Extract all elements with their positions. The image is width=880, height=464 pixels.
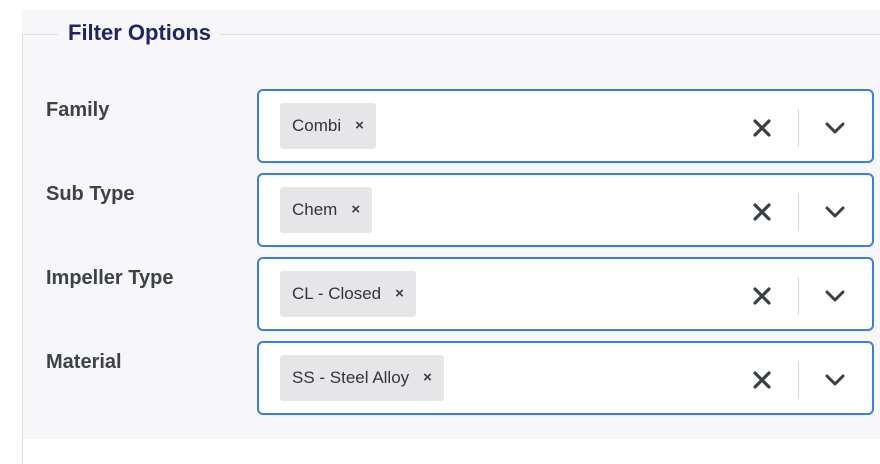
sub-type-multiselect[interactable]: Chem ×: [257, 173, 874, 247]
impeller-type-multiselect[interactable]: CL - Closed ×: [257, 257, 874, 331]
sub-type-label: Sub Type: [46, 183, 135, 205]
material-label: Material: [46, 351, 122, 373]
chevron-down-icon[interactable]: [822, 368, 848, 392]
chip-label: Chem: [292, 200, 338, 219]
clear-selection-icon[interactable]: [749, 115, 775, 141]
chevron-down-icon[interactable]: [822, 116, 848, 140]
filter-options-legend: Filter Options: [58, 18, 221, 48]
chip-remove-icon[interactable]: ×: [423, 368, 432, 388]
chevron-down-icon[interactable]: [822, 200, 848, 224]
selected-chip: Chem ×: [280, 187, 373, 233]
indicator-separator: [798, 361, 799, 399]
family-label: Family: [46, 99, 110, 121]
top-strip: [0, 0, 880, 10]
chip-label: Combi: [292, 116, 342, 135]
chip-label: SS - Steel Alloy: [292, 368, 410, 387]
chevron-down-icon[interactable]: [822, 284, 848, 308]
chip-remove-icon[interactable]: ×: [355, 116, 364, 136]
material-multiselect[interactable]: SS - Steel Alloy ×: [257, 341, 874, 415]
chip-remove-icon[interactable]: ×: [351, 200, 360, 220]
clear-selection-icon[interactable]: [749, 283, 775, 309]
selected-chip: Combi ×: [280, 103, 376, 149]
indicator-separator: [798, 193, 799, 231]
chip-remove-icon[interactable]: ×: [395, 284, 404, 304]
chip-label: CL - Closed: [292, 284, 382, 303]
left-strip: [0, 0, 22, 439]
clear-selection-icon[interactable]: [749, 367, 775, 393]
indicator-separator: [798, 277, 799, 315]
filter-options-panel: Filter Options Family Combi × Sub Type C…: [0, 0, 880, 464]
family-multiselect[interactable]: Combi ×: [257, 89, 874, 163]
selected-chip: CL - Closed ×: [280, 271, 416, 317]
impeller-type-label: Impeller Type: [46, 267, 174, 289]
indicator-separator: [798, 109, 799, 147]
selected-chip: SS - Steel Alloy ×: [280, 355, 444, 401]
clear-selection-icon[interactable]: [749, 199, 775, 225]
